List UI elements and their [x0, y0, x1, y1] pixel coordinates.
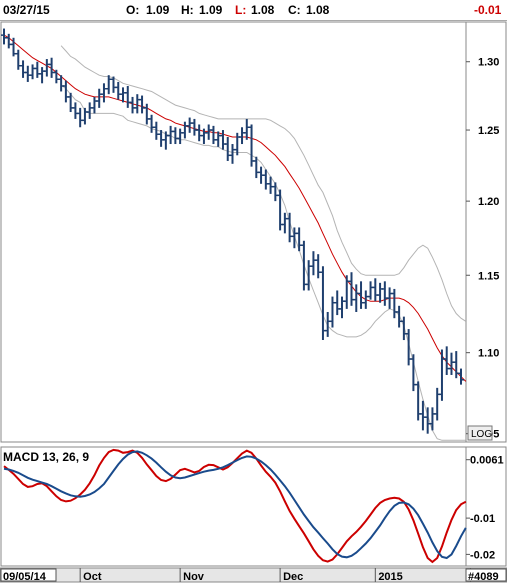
- chart-canvas: 1.301.251.201.151.101.05LOG MACD 13, 26,…: [0, 21, 507, 583]
- macd-plot-area: [0, 446, 467, 567]
- macd-tick-label: 0.0061: [470, 455, 504, 467]
- price-tick-label: 1.15: [478, 270, 499, 282]
- price-tick-label: 1.30: [478, 57, 499, 69]
- macd-title: MACD 13, 26, 9: [3, 450, 89, 464]
- start-date-label: 09/05/14: [3, 571, 47, 583]
- log-scale-label: LOG: [471, 429, 492, 440]
- date-tick-label: 2015: [378, 571, 402, 583]
- date-axis-strip: [0, 567, 507, 583]
- date-axis: 09/05/14OctNovDec2015FebMar#4089: [0, 567, 507, 583]
- price-tick-label: 1.20: [478, 196, 499, 208]
- price-axis-area: [465, 21, 507, 443]
- date-tick-label: Nov: [183, 571, 205, 583]
- date-tick-label: Oct: [83, 571, 102, 583]
- macd-panel: MACD 13, 26, 9 0.0061 -0.01 -0.02: [0, 446, 507, 567]
- price-tick-label: 1.10: [478, 348, 499, 360]
- macd-tick-label: -0.02: [470, 549, 495, 561]
- price-panel: 1.301.251.201.151.101.05LOG: [0, 21, 507, 443]
- macd-tick-label: -0.01: [470, 513, 495, 525]
- date-tick-label: Dec: [283, 571, 303, 583]
- bar-count-label: #4089: [468, 571, 499, 583]
- price-tick-label: 1.25: [478, 125, 499, 137]
